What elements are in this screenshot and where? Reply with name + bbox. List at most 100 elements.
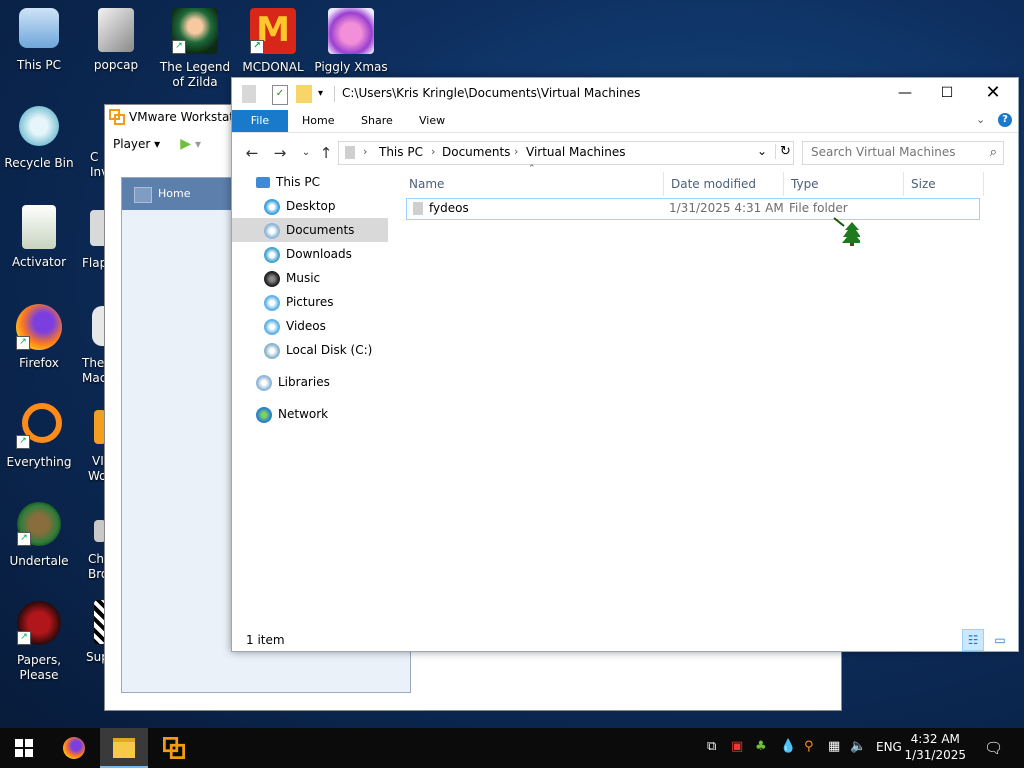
nav-item-desktop[interactable]: Desktop	[264, 194, 386, 218]
notifications-icon[interactable]: 🗨	[984, 739, 1003, 757]
column-header-type[interactable]: Type	[784, 172, 904, 196]
desktop-icon-label: Recycle Bin	[4, 156, 74, 170]
desktop-icon-undertale[interactable]: ↗ Undertale	[1, 502, 77, 569]
desktop-icon-vi[interactable]: VI Wo	[82, 410, 104, 484]
nav-item-this-pc[interactable]: This PC	[256, 170, 386, 194]
desktop-icon-this-pc[interactable]: This PC	[1, 8, 77, 73]
back-button[interactable]: ←	[242, 143, 262, 163]
address-history-dropdown-icon[interactable]: ⌄	[757, 144, 767, 158]
task-view-icon[interactable]: ⧉	[707, 739, 716, 754]
desktop-icon-activator[interactable]: Activator	[1, 205, 77, 270]
folder-icon	[113, 738, 135, 758]
desktop-icon-papers-please[interactable]: ↗ Papers, Please	[1, 601, 77, 683]
ribbon-expand-icon[interactable]: ⌄	[976, 113, 985, 126]
play-dropdown-icon[interactable]: ▾	[195, 137, 201, 151]
language-indicator[interactable]: ENG	[876, 740, 902, 754]
zilda-icon: ↗	[172, 8, 218, 54]
activator-icon	[22, 205, 56, 249]
desktop-icon-mcdonald[interactable]: M ↗ MCDONAL	[235, 8, 311, 75]
clock-time: 4:32 AM	[910, 732, 960, 746]
large-icons-view-icon[interactable]: ▭	[990, 630, 1010, 650]
desktop-folder-icon	[264, 198, 280, 215]
new-folder-icon[interactable]	[296, 85, 312, 103]
downloads-folder-icon	[264, 246, 280, 263]
help-icon[interactable]: ?	[998, 113, 1012, 127]
tab-view[interactable]: View	[405, 110, 459, 132]
properties-icon[interactable]: ✓	[272, 85, 288, 105]
folder-location-icon	[345, 146, 355, 159]
volume-muted-icon[interactable]: 🔈	[850, 739, 866, 754]
desktop-icon-recycle-bin[interactable]: Recycle Bin	[1, 106, 77, 171]
desktop-icon-everything[interactable]: ↗ Everything	[1, 403, 77, 470]
forward-button[interactable]: →	[270, 143, 290, 163]
tray-network-users-icon[interactable]: ♣	[755, 739, 767, 754]
desktop-icon-the[interactable]: The Mac	[82, 306, 104, 386]
taskbar: ⧉ ▣ ♣ 💧 ⚲ ▦ 🔈 ENG 4:32 AM 1/31/2025 🗨	[0, 728, 1024, 768]
tray-droplet-icon[interactable]: 💧	[780, 739, 796, 754]
local-disk-icon	[264, 342, 280, 359]
nav-item-music[interactable]: Music	[264, 266, 386, 290]
taskbar-file-explorer[interactable]	[100, 728, 148, 768]
breadcrumb-documents[interactable]: Documents	[442, 145, 510, 159]
refresh-icon[interactable]: ↻	[775, 144, 791, 159]
desktop-icon-ch[interactable]: Ch Bro	[82, 520, 104, 582]
nav-item-network[interactable]: Network	[256, 402, 386, 426]
piggly-xmas-icon	[328, 8, 374, 54]
table-row[interactable]: fydeos 1/31/2025 4:31 AM File folder	[406, 198, 980, 220]
shortcut-arrow-icon: ↗	[17, 631, 31, 645]
nav-item-pictures[interactable]: Pictures	[264, 290, 386, 314]
minimize-button[interactable]: —	[882, 78, 928, 108]
file-explorer-window[interactable]: ✓ ▾ C:\Users\Kris Kringle\Documents\Virt…	[231, 77, 1019, 652]
maximize-button[interactable]: ☐	[924, 78, 970, 108]
close-button[interactable]: ✕	[970, 78, 1016, 108]
search-input[interactable]	[803, 142, 981, 162]
search-icon: ⌕	[989, 145, 997, 160]
nav-item-documents[interactable]: Documents	[232, 218, 388, 242]
nav-item-libraries[interactable]: Libraries	[256, 370, 386, 394]
desktop-icon-firefox[interactable]: ↗ Firefox	[1, 304, 77, 371]
column-header-name[interactable]: Name	[402, 172, 664, 196]
desktop-icon-label: Wo	[88, 469, 104, 483]
column-header-size[interactable]: Size	[904, 172, 984, 196]
taskbar-vmware[interactable]	[150, 728, 198, 768]
firefox-icon	[63, 737, 85, 759]
desktop-icon-label: Ch	[88, 552, 104, 566]
this-pc-icon	[19, 8, 59, 48]
desktop-icon-piggly-xmas[interactable]: Piggly Xmas	[313, 8, 389, 75]
nav-item-local-disk[interactable]: Local Disk (C:)	[264, 338, 386, 362]
everything-search-icon: ↗	[16, 403, 62, 449]
nav-item-downloads[interactable]: Downloads	[264, 242, 386, 266]
network-icon	[256, 406, 272, 423]
desktop-icon-flap[interactable]: Flap	[82, 210, 104, 271]
desktop-icon-popcap[interactable]: popcap	[78, 8, 154, 73]
tray-network-icon[interactable]: ▦	[828, 739, 840, 754]
quick-access-dropdown-icon[interactable]: ▾	[318, 85, 328, 103]
breadcrumb-this-pc[interactable]: This PC	[379, 145, 423, 159]
shortcut-arrow-icon: ↗	[17, 532, 31, 546]
address-bar[interactable]: › This PC › Documents › Virtual Machines…	[338, 141, 794, 165]
details-view-icon[interactable]: ☷	[962, 629, 985, 651]
player-menu-button[interactable]: Player ▾	[113, 137, 160, 151]
tab-share[interactable]: Share	[347, 110, 407, 132]
explorer-titlebar[interactable]: ✓ ▾ C:\Users\Kris Kringle\Documents\Virt…	[232, 78, 1018, 110]
search-box[interactable]: ⌕	[802, 141, 1004, 165]
desktop-icon-legend-of-zilda[interactable]: ↗ The Legend of Zilda	[157, 8, 233, 90]
start-button[interactable]	[0, 728, 48, 768]
firefox-icon: ↗	[16, 304, 62, 350]
file-date: 1/31/2025 4:31 AM	[669, 201, 784, 215]
tab-file[interactable]: File	[232, 110, 288, 132]
breadcrumb-virtual-machines[interactable]: Virtual Machines	[526, 145, 626, 159]
desktop-icon-label: Mac	[82, 371, 104, 385]
play-icon[interactable]: ▶	[180, 136, 191, 152]
up-button[interactable]: ↑	[316, 143, 336, 163]
nav-item-videos[interactable]: Videos	[264, 314, 386, 338]
tab-home[interactable]: Home	[288, 110, 348, 132]
recent-locations-icon[interactable]: ⌄	[296, 143, 316, 163]
clock[interactable]: 4:32 AM 1/31/2025	[904, 731, 966, 763]
desktop-icon-sup[interactable]: Sup	[82, 600, 104, 665]
tray-app-icon[interactable]: ▣	[731, 739, 743, 754]
flap-icon	[90, 210, 104, 246]
column-header-date-modified[interactable]: Date modified	[664, 172, 784, 196]
tray-search-icon[interactable]: ⚲	[804, 739, 814, 754]
taskbar-firefox[interactable]	[50, 728, 98, 768]
